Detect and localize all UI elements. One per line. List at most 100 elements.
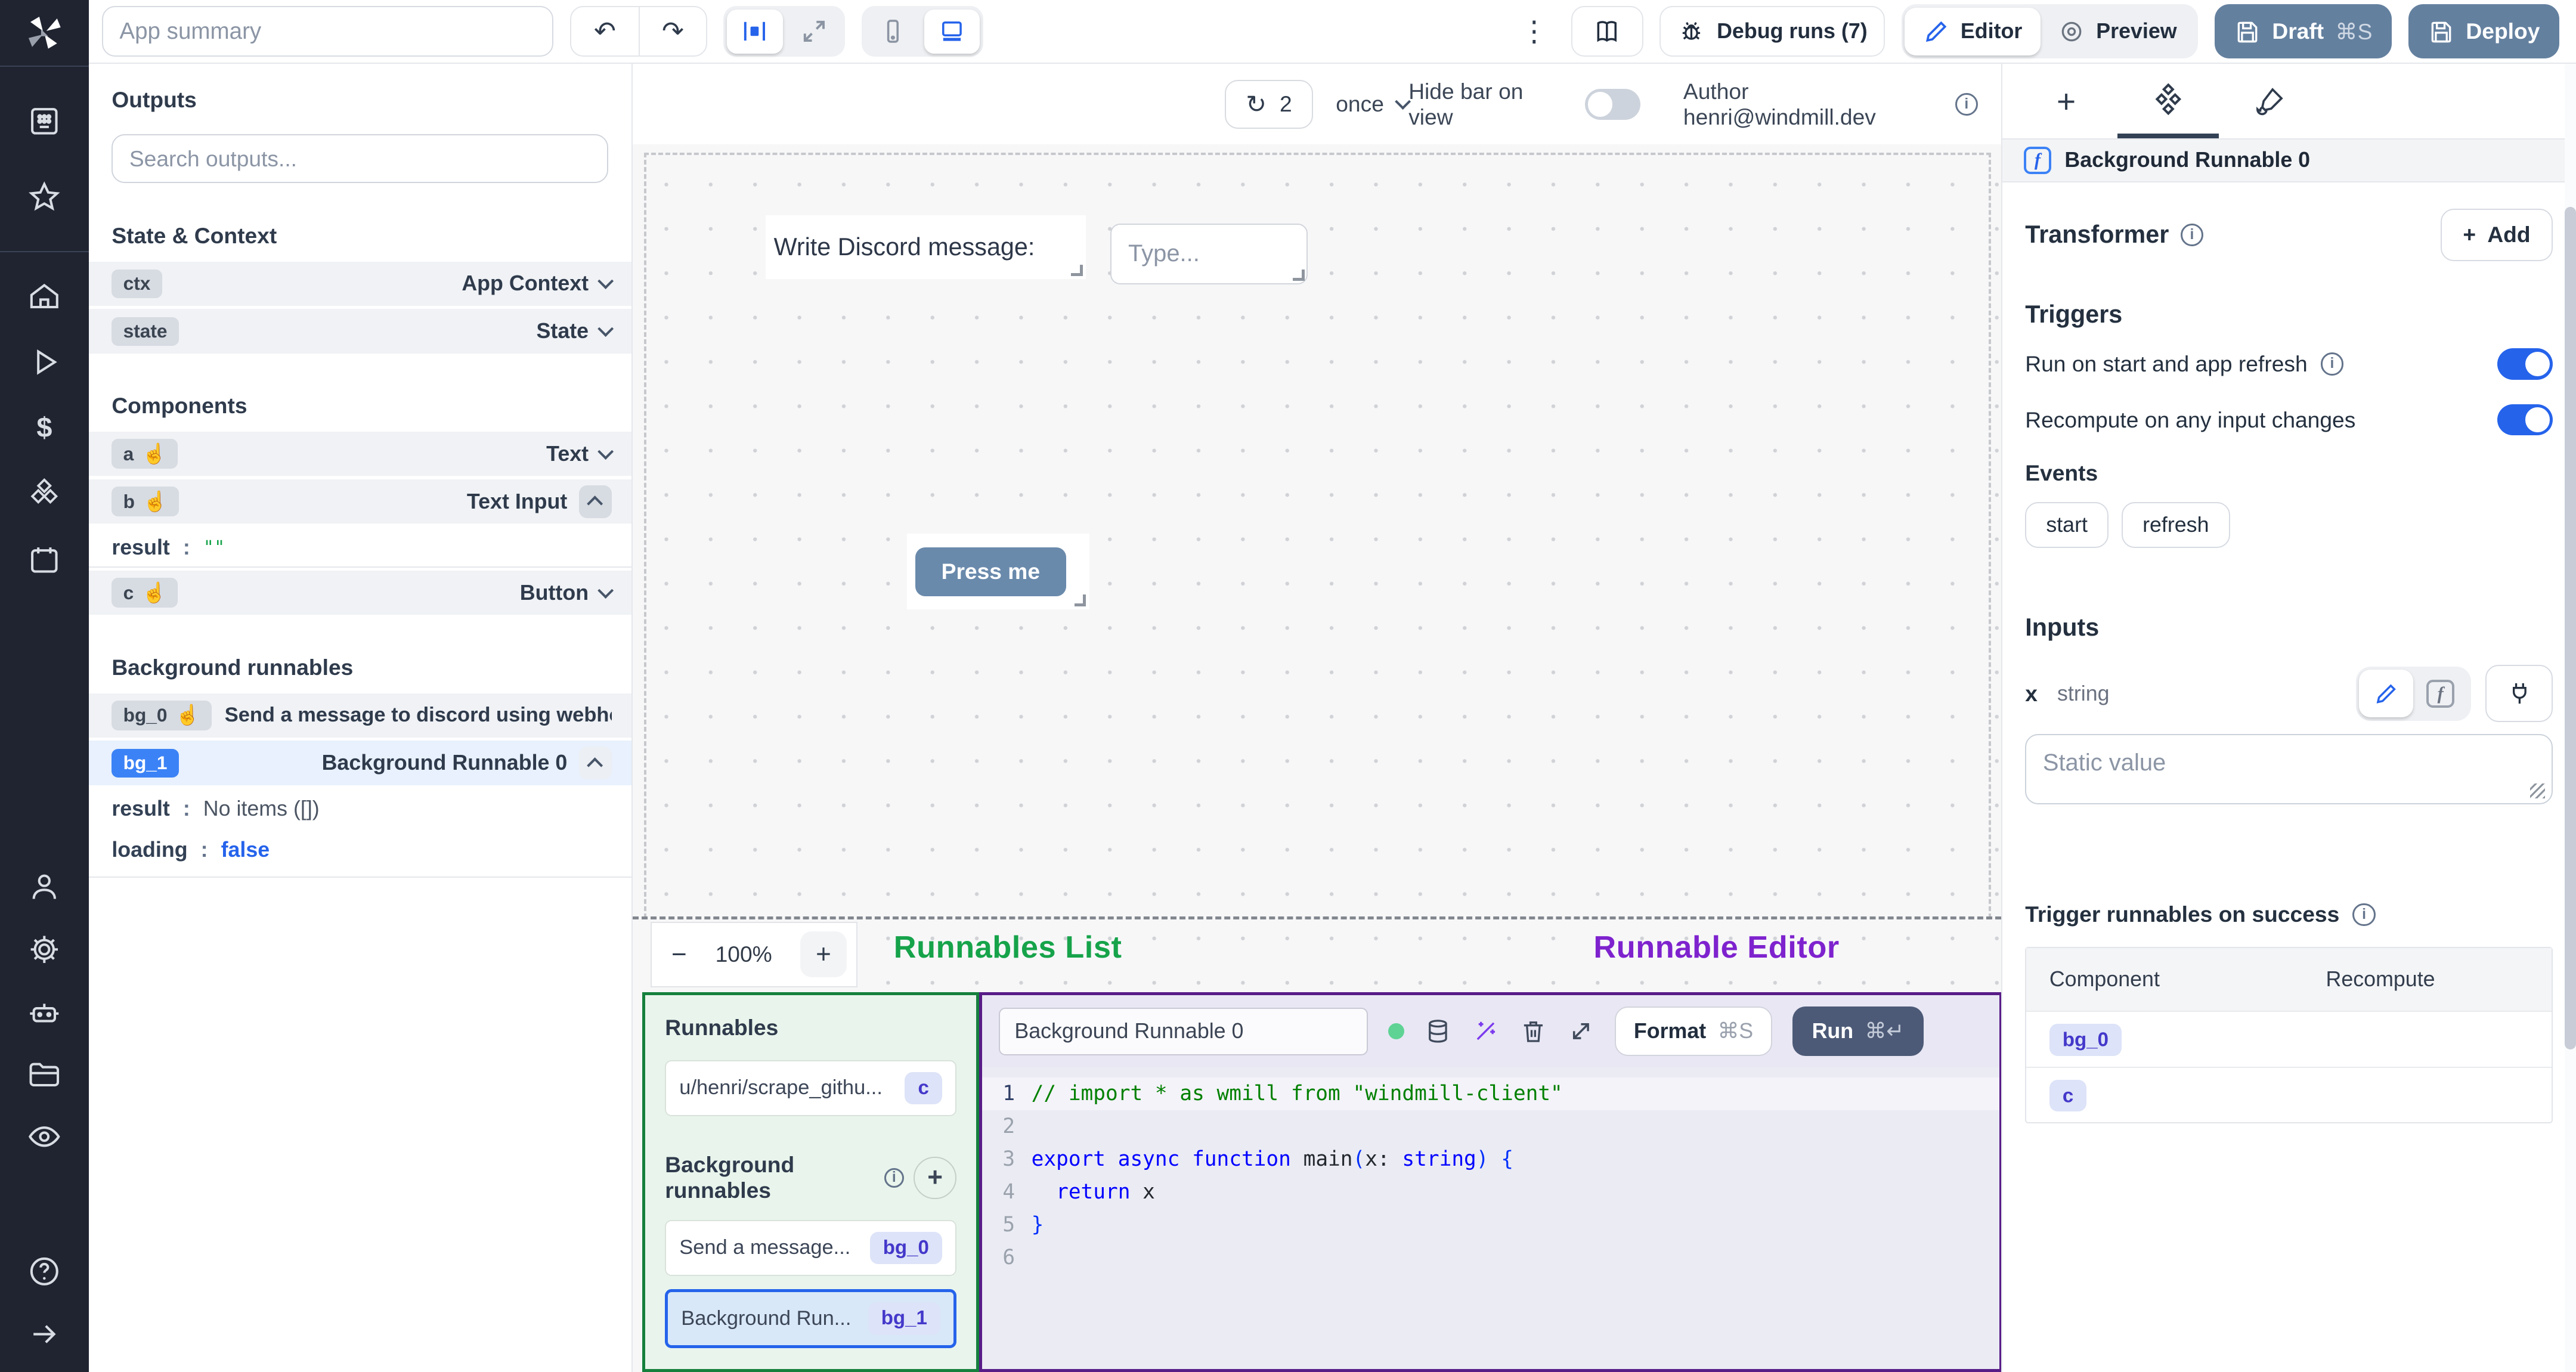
runnable-item-bg1-selected[interactable]: Background Run... bg_1 — [665, 1289, 956, 1348]
desktop-view-button[interactable] — [924, 9, 980, 54]
help-icon[interactable] — [0, 1240, 89, 1303]
refresh-mode-dropdown[interactable]: once — [1336, 91, 1411, 117]
format-button[interactable]: Format ⌘S — [1614, 1006, 1773, 1056]
draft-button[interactable]: Draft ⌘S — [2214, 4, 2392, 59]
collapse-arrow-icon[interactable] — [0, 1303, 89, 1365]
resize-handle-icon[interactable] — [1071, 264, 1083, 276]
workers-robot-icon[interactable] — [0, 981, 89, 1043]
chevron-down-icon[interactable] — [597, 582, 614, 599]
fullscreen-button[interactable] — [786, 10, 842, 54]
zoom-level: 100% — [715, 941, 772, 967]
state-badge: state — [112, 317, 179, 346]
chevron-down-icon[interactable] — [597, 273, 614, 290]
trigger1-label: Run on start and app refresh — [2025, 351, 2308, 376]
tab-preview[interactable]: Preview — [2041, 8, 2195, 55]
b-result-row: result: "" — [88, 526, 631, 568]
deploy-button[interactable]: Deploy — [2408, 4, 2560, 59]
connect-plug-button[interactable] — [2485, 664, 2553, 723]
preview-label: Preview — [2096, 19, 2177, 44]
hide-bar-label: Hide bar on view — [1408, 78, 1524, 129]
output-row-a[interactable]: a ☝ Text — [88, 431, 631, 476]
scrollbar-track[interactable] — [2564, 64, 2576, 1372]
zoom-in-button[interactable]: + — [800, 931, 847, 978]
line-number: 5 — [1002, 1213, 1015, 1237]
canvas-grid[interactable]: Write Discord message: Press me − 100% +… — [632, 144, 2001, 1372]
run-on-start-toggle[interactable] — [2497, 348, 2553, 380]
code-editor[interactable]: 1// import * as wmill from "windmill-cli… — [982, 1067, 2000, 1368]
zoom-out-button[interactable]: − — [671, 940, 687, 970]
collapse-button[interactable] — [578, 485, 612, 518]
delete-trash-icon[interactable] — [1519, 1017, 1547, 1045]
layout-group — [723, 6, 846, 57]
tab-theme[interactable] — [2219, 64, 2321, 138]
runnable-name-input[interactable] — [998, 1007, 1368, 1055]
event-chip-start[interactable]: start — [2025, 502, 2109, 549]
ai-wand-icon[interactable] — [1472, 1017, 1500, 1045]
runs-play-icon[interactable] — [0, 331, 89, 394]
tab-insert[interactable]: + — [2015, 64, 2117, 138]
mobile-view-button[interactable] — [865, 10, 921, 54]
info-icon[interactable]: i — [1955, 92, 1979, 116]
tab-editor[interactable]: Editor — [1905, 7, 2041, 55]
resize-handle-icon[interactable] — [1293, 269, 1305, 281]
users-icon[interactable] — [0, 856, 89, 918]
button-component[interactable]: Press me — [906, 534, 1089, 610]
variables-dollar-icon[interactable]: $ — [0, 397, 89, 459]
hide-bar-toggle[interactable] — [1584, 88, 1641, 120]
favorites-star-icon[interactable] — [0, 165, 89, 228]
chevron-down-icon[interactable] — [597, 321, 614, 337]
app-summary-input[interactable] — [101, 6, 554, 57]
windmill-logo[interactable] — [0, 0, 89, 66]
runnable-item-script[interactable]: u/henri/scrape_githu... c — [665, 1060, 956, 1116]
info-icon[interactable]: i — [884, 1167, 904, 1188]
search-outputs-input[interactable] — [112, 134, 609, 184]
more-menu-icon[interactable]: ⋮ — [1513, 15, 1555, 48]
info-icon[interactable]: i — [2320, 352, 2344, 376]
textinput-component[interactable] — [1110, 223, 1308, 284]
settings-gear-icon[interactable] — [0, 918, 89, 981]
event-chip-refresh[interactable]: refresh — [2122, 502, 2230, 549]
info-icon[interactable]: i — [2180, 223, 2204, 247]
refresh-all-button[interactable]: ↻ 2 — [1225, 79, 1313, 129]
add-bg-runnable-button[interactable]: + — [914, 1156, 956, 1200]
folders-icon[interactable] — [0, 1043, 89, 1106]
run-button[interactable]: Run ⌘↵ — [1792, 1006, 1924, 1056]
resources-cubes-icon[interactable] — [0, 462, 89, 525]
redo-button[interactable]: ↷ — [638, 7, 706, 56]
redo-icon: ↷ — [661, 17, 684, 47]
output-row-bg0[interactable]: bg_0 ☝ Send a message to discord using we… — [88, 693, 631, 738]
text-component[interactable]: Write Discord message: — [765, 215, 1086, 280]
schedules-calendar-icon[interactable] — [0, 528, 89, 591]
home-icon[interactable] — [0, 265, 89, 328]
static-mode-button[interactable] — [2359, 670, 2414, 718]
collapse-button[interactable] — [578, 747, 612, 780]
expand-icon[interactable] — [1567, 1017, 1595, 1045]
bg-runnables-title: Background runnables — [665, 1152, 795, 1203]
output-row-ctx[interactable]: ctx App Context — [88, 261, 631, 306]
center-align-button[interactable] — [726, 9, 783, 54]
debug-runs-button[interactable]: Debug runs (7) — [1659, 6, 1885, 57]
docs-button[interactable] — [1571, 6, 1643, 57]
undo-button[interactable]: ↶ — [571, 7, 639, 55]
settings-panel: + f Background Runnable 0 Transformer i +… — [2001, 64, 2576, 1372]
chevron-down-icon[interactable] — [597, 443, 614, 460]
output-row-bg1[interactable]: bg_1 Background Runnable 0 — [88, 741, 631, 785]
runnable-item-bg0[interactable]: Send a message... bg_0 — [665, 1219, 956, 1276]
audit-eye-icon[interactable] — [0, 1105, 89, 1168]
recompute-toggle[interactable] — [2497, 404, 2553, 436]
tab-settings[interactable] — [2117, 64, 2219, 139]
static-value-textarea[interactable] — [2025, 733, 2553, 805]
scrollbar-thumb[interactable] — [2564, 207, 2576, 1050]
eval-mode-button[interactable]: f — [2413, 670, 2467, 717]
cache-icon[interactable] — [1424, 1017, 1452, 1045]
press-me-button[interactable]: Press me — [915, 547, 1067, 596]
info-icon[interactable]: i — [2352, 903, 2376, 927]
resize-handle-icon[interactable] — [1074, 594, 1086, 606]
output-row-c[interactable]: c ☝ Button — [88, 571, 631, 615]
output-row-state[interactable]: state State — [88, 309, 631, 354]
add-transformer-button[interactable]: + Add — [2440, 208, 2553, 262]
output-row-b[interactable]: b ☝ Text Input — [88, 479, 631, 524]
discord-message-input[interactable] — [1110, 223, 1308, 284]
apps-icon[interactable] — [0, 90, 89, 153]
trigger-row-start: Run on start and app refresh i — [2025, 348, 2553, 380]
